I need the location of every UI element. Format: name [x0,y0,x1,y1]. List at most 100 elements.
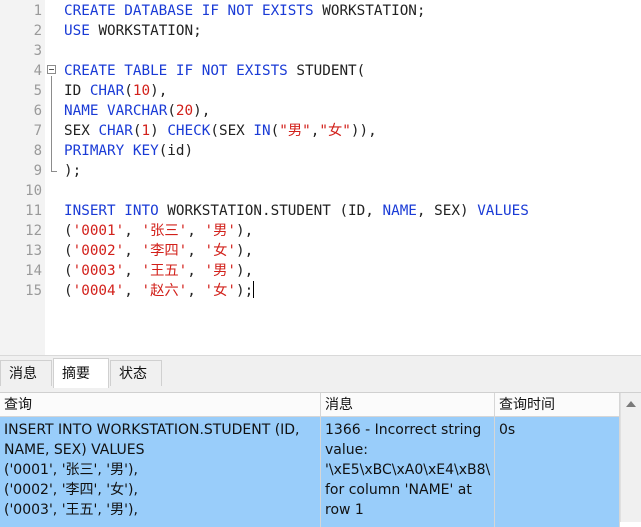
code-text: ); [64,161,81,181]
code-token: 10 [132,83,151,99]
code-token: '王五' [141,263,188,279]
scroll-up-arrow-icon[interactable] [626,401,636,407]
code-line: 15 ('0004', '赵六', '女'); [0,281,641,301]
code-token: '0001' [72,223,125,239]
results-panel: 消息 摘要 状态 查询 消息 查询时间 INSERT INTO WORKSTAT… [0,355,641,527]
code-token: '0002' [72,243,125,259]
line-number: 5 [33,83,42,99]
code-token: '0003' [72,263,125,279]
code-token: CREATE DATABASE IF NOT EXISTS [64,3,323,19]
code-text: CREATE TABLE IF NOT EXISTS STUDENT( [64,61,365,81]
sql-editor[interactable]: 1 CREATE DATABASE IF NOT EXISTS WORKSTATI… [0,0,641,355]
code-token: '男' [204,263,237,279]
tab-summary[interactable]: 摘要 [53,358,109,388]
line-number: 1 [33,3,42,19]
code-line: 11 INSERT INTO WORKSTATION.STUDENT (ID, N… [0,201,641,221]
code-token: 1 [141,123,151,139]
code-token: SEX [64,123,99,139]
cell-query-time[interactable]: 0s [495,417,620,527]
text-caret [253,281,255,298]
code-token: '张三' [141,223,188,239]
code-line: 3 [0,41,641,61]
code-line: 5 ID CHAR(10), [0,81,641,101]
code-token: ( [64,243,73,259]
code-line: 1 CREATE DATABASE IF NOT EXISTS WORKSTATI… [0,1,641,21]
summary-grid: 查询 消息 查询时间 INSERT INTO WORKSTATION.STUDE… [0,392,641,527]
fold-toggle-icon[interactable] [47,65,56,74]
code-token: "男" [279,123,311,139]
code-token: CHECK [167,123,211,139]
code-token: '0004' [72,283,125,299]
code-text: CREATE DATABASE IF NOT EXISTS WORKSTATIO… [64,1,426,21]
code-token: , [124,223,142,239]
line-number: 10 [25,183,42,199]
code-token: 20 [175,103,194,119]
code-token: NAME [64,103,108,119]
code-token: ), [236,263,254,279]
code-text: ('0001', '张三', '男'), [64,221,253,241]
code-token: INSERT INTO [64,203,168,219]
code-text: ID CHAR(10), [64,81,167,101]
code-token: )), [350,123,377,139]
code-text: ('0002', '李四', '女'), [64,241,253,261]
line-number: 11 [25,203,42,219]
code-line: 9); [0,161,641,181]
code-token: ( [124,83,133,99]
line-number: 15 [25,283,42,299]
code-text: USE WORKSTATION; [64,21,202,41]
code-token: '赵六' [141,283,188,299]
code-line: 13 ('0002', '李四', '女'), [0,241,641,261]
code-token: , [124,283,142,299]
code-token: ( [270,123,280,139]
code-token: , [187,243,205,259]
column-header-query-label: 查询 [4,397,32,413]
code-line: 6 NAME VARCHAR(20), [0,101,641,121]
code-token: ); [64,163,82,179]
code-text: NAME VARCHAR(20), [64,101,210,121]
code-token: , [187,263,205,279]
code-line: 2 USE WORKSTATION; [0,21,641,41]
code-line: 12 ('0001', '张三', '男'), [0,221,641,241]
code-text: SEX CHAR(1) CHECK(SEX IN("男","女")), [64,121,377,141]
line-number: 2 [33,23,42,39]
code-token: , [124,243,142,259]
line-number: 8 [33,143,42,159]
column-header-query[interactable]: 查询 [0,393,321,417]
code-token: WORKSTATION; [98,23,202,39]
line-number: 13 [25,243,42,259]
tab-messages[interactable]: 消息 [0,360,52,386]
line-number: 3 [33,43,42,59]
tab-status[interactable]: 状态 [110,360,162,386]
code-token: PRIMARY KEY [64,143,159,159]
code-token: (id) [158,143,194,159]
column-header-query-time[interactable]: 查询时间 [495,393,620,417]
code-line: 14 ('0003', '王五', '男'), [0,261,641,281]
code-token: ( [64,263,73,279]
code-text: ('0003', '王五', '男'), [64,261,253,281]
code-line: 10 [0,181,641,201]
cell-message[interactable]: 1366 - Incorrect string value: '\xE5\xBC… [321,417,495,527]
code-token: STUDENT( [296,63,366,79]
fold-guide-end [51,171,57,172]
line-number: 12 [25,223,42,239]
tab-summary-label: 摘要 [62,366,90,382]
vertical-scrollbar[interactable] [620,393,641,522]
code-token: VARCHAR [107,103,168,119]
code-line: 8 PRIMARY KEY(id) [0,141,641,161]
code-line: 7 SEX CHAR(1) CHECK(SEX IN("男","女")), [0,121,641,141]
code-token: '男' [204,223,237,239]
code-token: CHAR [98,123,133,139]
line-number: 6 [33,103,42,119]
cell-query[interactable]: INSERT INTO WORKSTATION.STUDENT (ID, NAM… [0,417,321,527]
column-header-message[interactable]: 消息 [321,393,495,417]
code-token: USE [64,23,99,39]
code-token: CREATE TABLE IF NOT EXISTS [64,63,297,79]
line-number: 7 [33,123,42,139]
code-token: ( [167,103,176,119]
code-token: IN [253,123,271,139]
code-token: ), [236,223,254,239]
code-token: NAME [382,203,417,219]
code-token: , [187,223,205,239]
column-header-query-time-label: 查询时间 [499,397,555,413]
code-token: '李四' [141,243,188,259]
